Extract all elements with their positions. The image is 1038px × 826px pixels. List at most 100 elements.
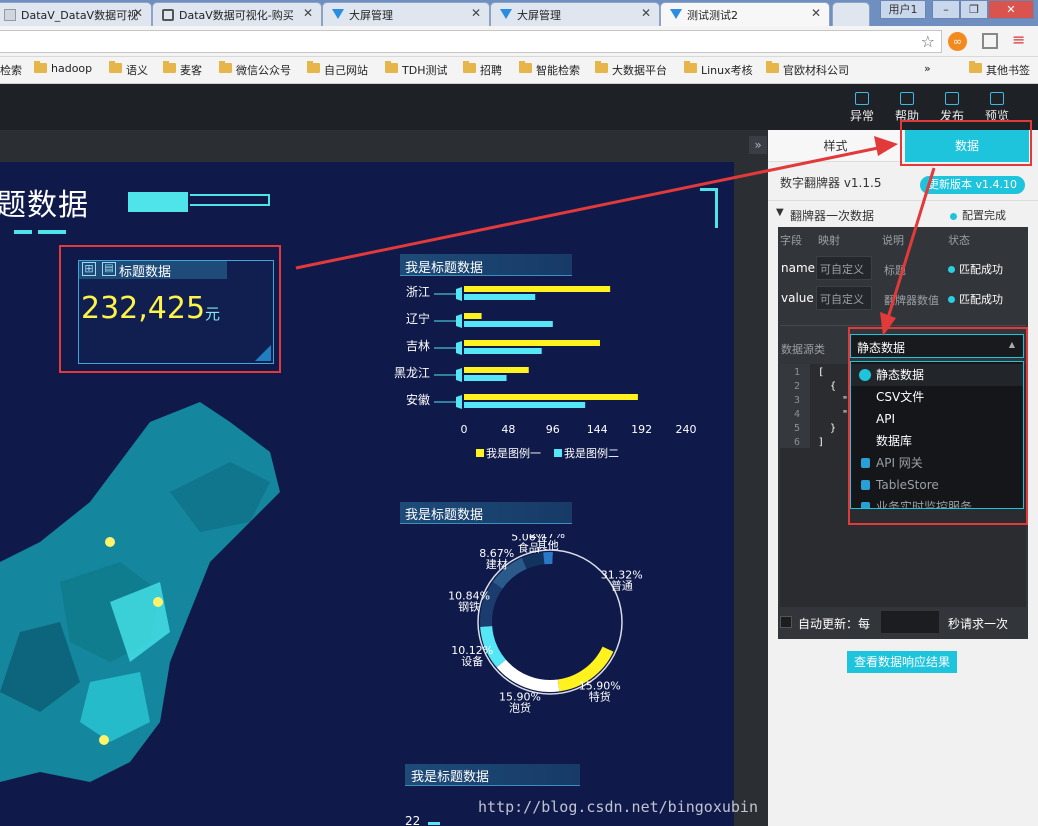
bookmark-item[interactable]: 微信公众号 <box>219 61 291 78</box>
bar-浙江-1 <box>464 294 536 300</box>
caret-down-icon: ▼ <box>776 207 784 218</box>
bookmarks-more[interactable]: » <box>924 62 931 75</box>
header-state: 状态 <box>948 234 970 247</box>
auto-update-label: 自动更新：每 <box>798 617 871 631</box>
window-close-icon[interactable]: ✕ <box>988 0 1034 19</box>
bookmark-item[interactable]: Linux考核 <box>684 61 753 78</box>
desc-value: 翻牌器数值 <box>884 294 939 307</box>
browser-tab-2[interactable]: DataV数据可视化-购买 ✕ <box>152 2 322 26</box>
mapping-input-value[interactable]: 可自定义 <box>816 286 872 310</box>
bar-category-label: 辽宁 <box>406 311 430 326</box>
update-version-badge[interactable]: 更新版本 v1.4.10 <box>920 176 1025 194</box>
donut-chart[interactable]: 31.32%普通15.90%特货15.90%泡货10.12%设备10.84%钢铁… <box>440 534 670 714</box>
page-icon <box>4 9 16 21</box>
bar-category-label: 黑龙江 <box>394 366 430 380</box>
auto-update-checkbox[interactable] <box>780 616 792 628</box>
browser-tab-4[interactable]: 大屏管理 ✕ <box>490 2 660 26</box>
title-decoration <box>38 230 66 234</box>
bookmark-item[interactable]: 大数据平台 <box>595 61 667 78</box>
field-value: value <box>781 291 814 305</box>
donut-name-label: 泡货 <box>509 700 531 714</box>
donut-name-label: 其他 <box>537 539 559 552</box>
bookmark-item[interactable]: 检索 <box>0 62 22 78</box>
address-input[interactable]: ☆ <box>0 30 942 53</box>
star-icon[interactable]: ☆ <box>921 32 935 51</box>
map-hotspot <box>105 537 115 547</box>
folder-icon <box>219 61 232 73</box>
folder-icon <box>595 61 608 73</box>
address-bar-row: ☆ ∞ ≡ <box>0 26 1038 57</box>
extension-icon[interactable]: ∞ <box>948 32 967 51</box>
user-button[interactable]: 用户1 <box>880 0 926 19</box>
annotation-box-dropdown <box>848 327 1028 525</box>
bar-tick-label: 96 <box>546 423 560 436</box>
header-field: 字段 <box>780 234 802 247</box>
folder-icon <box>969 61 982 73</box>
bookmark-item[interactable]: 麦客 <box>163 61 202 78</box>
field-name: name <box>781 261 816 275</box>
other-bookmarks[interactable]: 其他书签 <box>969 61 1030 78</box>
alert-button[interactable]: 异常 <box>842 92 882 124</box>
bookmark-item[interactable]: 语义 <box>109 61 148 78</box>
bar-axis-marker <box>456 395 462 409</box>
bar-chart[interactable]: 浙江辽宁吉林黑龙江安徽 0 48 96 144 192 240 我是图例一 我是图例二 <box>380 280 710 470</box>
restore-icon[interactable]: ❐ <box>960 0 988 19</box>
donut-chart-title: 我是标题数据 <box>405 508 484 523</box>
datav-icon <box>670 9 682 19</box>
tab-title: 测试测试2 <box>687 9 738 22</box>
bar-tick-label: 192 <box>631 423 652 436</box>
menu-icon[interactable]: ≡ <box>1012 30 1025 49</box>
component-name: 数字翻牌器 v1.1.5 <box>780 176 882 190</box>
preview-icon <box>990 92 1004 105</box>
donut-name-label: 设备 <box>461 654 483 668</box>
bar-tick-label: 48 <box>501 423 515 436</box>
donut-name-label: 钢铁 <box>458 601 480 614</box>
interval-input[interactable] <box>881 611 939 633</box>
close-icon[interactable]: ✕ <box>303 6 313 20</box>
source-label: 数据源类 <box>781 343 825 356</box>
bar-axis-marker <box>456 368 462 382</box>
legend-label: 我是图例一 <box>486 446 541 460</box>
bookmark-item[interactable]: 自己网站 <box>307 61 368 78</box>
send-icon <box>945 92 959 105</box>
datav-icon <box>500 9 512 19</box>
code-content: [ { " " } ] <box>818 367 849 448</box>
tab-style[interactable]: 样式 <box>768 130 903 162</box>
status-name: 匹配成功 <box>948 261 1003 277</box>
browser-tab-1[interactable]: DataV_DataV数据可视 ✕ <box>0 2 152 26</box>
title-decoration <box>128 192 188 212</box>
browser-tab-active[interactable]: 测试测试2 ✕ <box>660 2 830 26</box>
bar-category-label: 吉林 <box>406 339 430 353</box>
map-hotspot <box>153 597 163 607</box>
legend-swatch <box>476 449 484 457</box>
donut-slice-食品 <box>521 552 545 569</box>
view-response-button[interactable]: 查看数据响应结果 <box>847 651 958 673</box>
bar-chart-title: 我是标题数据 <box>405 261 484 276</box>
datav-icon <box>332 9 344 19</box>
browser-tab-3[interactable]: 大屏管理 ✕ <box>322 2 490 26</box>
minimize-icon[interactable]: – <box>932 0 960 19</box>
bookmark-item[interactable]: hadoop <box>34 61 92 75</box>
frame-corner <box>700 188 718 228</box>
collapse-panel-icon[interactable]: » <box>749 136 767 154</box>
bookmark-item[interactable]: 招聘 <box>463 61 502 78</box>
mapping-input-name[interactable]: 可自定义 <box>816 256 872 280</box>
close-icon[interactable]: ✕ <box>471 6 481 20</box>
bottom-bar-stub <box>428 822 440 825</box>
bar-吉林-0 <box>464 340 600 346</box>
bar-tick-label: 240 <box>676 423 697 436</box>
bookmark-item[interactable]: 官欧材科公司 <box>766 61 849 78</box>
annotation-box-data-tab <box>900 120 1032 166</box>
close-icon[interactable]: ✕ <box>811 6 821 20</box>
close-icon[interactable]: ✕ <box>133 6 143 20</box>
bar-axis-marker <box>456 341 462 355</box>
extension-2-icon[interactable] <box>982 33 998 49</box>
section-header[interactable]: ▼ 翻牌器一次数据 配置完成 <box>768 200 1038 227</box>
new-tab-button[interactable] <box>832 2 870 26</box>
bookmark-item[interactable]: TDH测试 <box>385 61 447 78</box>
bar-安徽-1 <box>464 402 586 408</box>
annotation-box-card <box>59 245 281 373</box>
close-icon[interactable]: ✕ <box>641 6 651 20</box>
app-header: 异常 帮助 发布 预览 <box>0 84 1038 130</box>
bookmark-item[interactable]: 智能检索 <box>519 61 580 78</box>
